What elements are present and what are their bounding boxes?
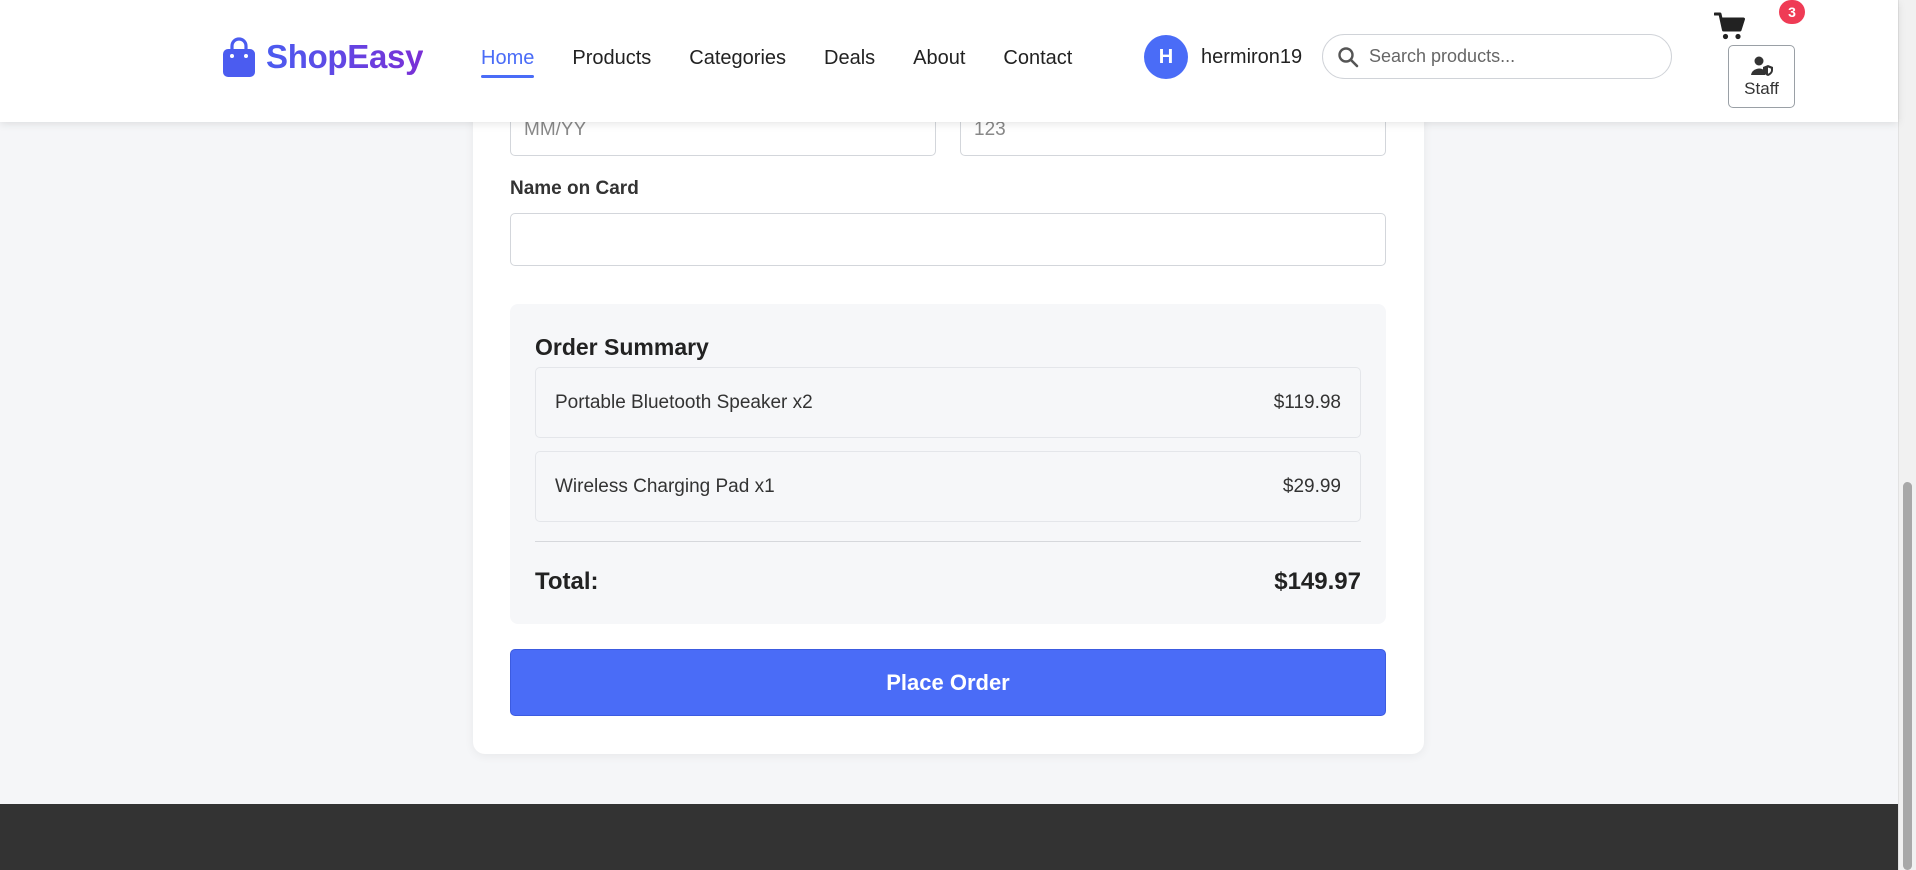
user-menu[interactable]: H hermiron19: [1144, 35, 1302, 79]
list-item: Portable Bluetooth Speaker x2 $119.98: [535, 367, 1361, 438]
summary-divider: [535, 541, 1361, 542]
nav-home[interactable]: Home: [481, 44, 535, 78]
username[interactable]: hermiron19: [1201, 46, 1302, 69]
name-on-card-field[interactable]: [510, 213, 1386, 266]
cart-button[interactable]: [1714, 10, 1746, 42]
main-nav: Home Products Categories Deals About Con…: [481, 44, 1072, 78]
nav-products[interactable]: Products: [572, 44, 651, 74]
search-icon: [1338, 46, 1359, 67]
list-item: Wireless Charging Pad x1 $29.99: [535, 451, 1361, 522]
nav-about[interactable]: About: [913, 44, 965, 74]
item-name: Portable Bluetooth Speaker x2: [555, 391, 813, 413]
brand-logo[interactable]: ShopEasy: [222, 36, 423, 78]
total-value: $149.97: [1274, 568, 1361, 595]
staff-label: Staff: [1744, 78, 1779, 98]
search-input[interactable]: [1369, 46, 1649, 67]
user-shield-icon: [1750, 56, 1773, 76]
shopping-bag-icon: [223, 37, 255, 77]
name-on-card-label: Name on Card: [510, 178, 639, 199]
site-footer: [0, 804, 1898, 870]
page-scrollbar[interactable]: [1898, 0, 1916, 870]
brand-name: ShopEasy: [266, 38, 424, 75]
cart-count-badge: 3: [1779, 0, 1805, 24]
place-order-button[interactable]: Place Order: [510, 649, 1386, 716]
nav-categories[interactable]: Categories: [689, 44, 786, 74]
scrollbar-thumb[interactable]: [1903, 482, 1912, 870]
order-summary-title: Order Summary: [535, 334, 709, 360]
total-label: Total:: [535, 568, 599, 595]
staff-button[interactable]: Staff: [1728, 45, 1795, 108]
nav-deals[interactable]: Deals: [824, 44, 875, 74]
item-price: $29.99: [1282, 475, 1341, 497]
site-header: ShopEasy Home Products Categories Deals …: [0, 0, 1898, 122]
shopping-cart-icon: [1714, 12, 1745, 40]
avatar[interactable]: H: [1144, 35, 1188, 79]
item-name: Wireless Charging Pad x1: [555, 475, 775, 497]
item-price: $119.98: [1273, 391, 1341, 413]
search-box: [1322, 34, 1672, 79]
nav-contact[interactable]: Contact: [1003, 44, 1072, 74]
